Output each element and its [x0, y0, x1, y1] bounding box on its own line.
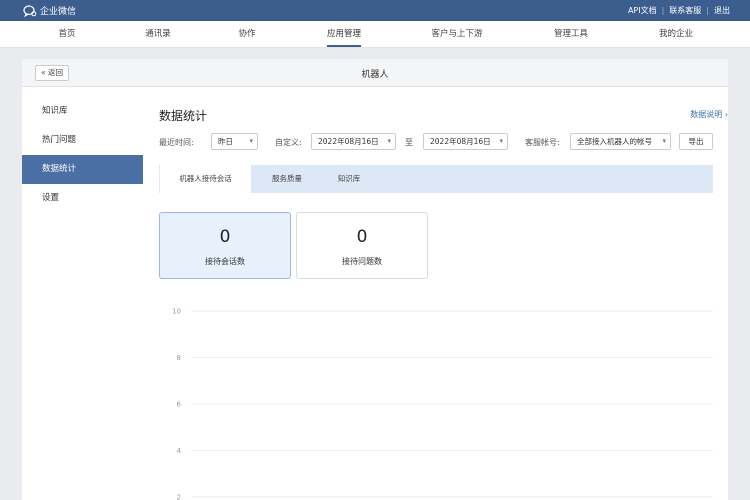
- y-tick-label: 4: [177, 447, 182, 455]
- start-date-picker[interactable]: 2022年08月16日 ▾: [311, 133, 396, 150]
- sidebar-item-hot-questions[interactable]: 热门问题: [22, 126, 143, 155]
- main-nav: 首页 通讯录 协作 应用管理 客户与上下游 管理工具 我的企业: [0, 21, 750, 48]
- service-account-label: 客服帐号:: [525, 138, 560, 147]
- caret-down-icon: ▾: [662, 137, 666, 145]
- tab-robot-sessions[interactable]: 机器人接待会话: [159, 165, 251, 193]
- recent-time-select[interactable]: 昨日 ▾: [211, 133, 258, 150]
- top-bar: 企业微信 API文档 | 联系客服 | 退出: [0, 0, 750, 21]
- tab-service-quality[interactable]: 服务质量: [257, 165, 317, 193]
- brand-logo[interactable]: 企业微信: [23, 4, 76, 17]
- recent-time-value: 昨日: [218, 137, 233, 146]
- metric-label: 接待问题数: [342, 257, 382, 266]
- panel-header: « 返回 机器人: [22, 59, 728, 87]
- y-tick-label: 2: [177, 494, 181, 500]
- stats-tabs: 机器人接待会话 服务质量 知识库: [159, 165, 713, 193]
- nav-item-management-tools[interactable]: 管理工具: [554, 21, 588, 47]
- api-docs-link[interactable]: API文档: [628, 5, 657, 16]
- nav-item-my-company[interactable]: 我的企业: [659, 21, 693, 47]
- divider: |: [706, 6, 709, 15]
- nav-item-collaboration[interactable]: 协作: [238, 21, 255, 47]
- caret-down-icon: ▾: [249, 137, 253, 145]
- end-date-picker[interactable]: 2022年08月16日 ▾: [423, 133, 508, 150]
- metric-value: 0: [219, 227, 231, 247]
- contact-support-link[interactable]: 联系客服: [669, 5, 701, 16]
- caret-down-icon: ▾: [387, 137, 391, 145]
- page-title: 机器人: [361, 70, 389, 80]
- y-tick-label: 10: [172, 308, 181, 316]
- logout-link[interactable]: 退出: [714, 5, 730, 16]
- service-account-value: 全部接入机器人的帐号: [577, 137, 652, 146]
- nav-item-app-management[interactable]: 应用管理: [326, 21, 362, 47]
- service-account-select[interactable]: 全部接入机器人的帐号 ▾: [570, 133, 671, 150]
- metric-value: 0: [356, 227, 368, 247]
- nav-item-customers-partners[interactable]: 客户与上下游: [431, 21, 482, 47]
- export-button[interactable]: 导出: [679, 133, 713, 150]
- help-link-label: 数据说明: [690, 110, 723, 119]
- brand-name: 企业微信: [40, 7, 77, 17]
- sidebar-item-knowledge-base[interactable]: 知识库: [22, 97, 143, 126]
- y-tick-label: 8: [177, 354, 181, 362]
- metric-card-sessions[interactable]: 0 接待会话数: [159, 212, 291, 279]
- metric-label: 接待会话数: [205, 257, 245, 266]
- to-label: 至: [405, 138, 413, 147]
- chat-bubble-icon: [23, 4, 37, 17]
- divider: |: [661, 6, 665, 15]
- end-date-value: 2022年08月16日: [430, 137, 491, 146]
- caret-down-icon: ▾: [499, 137, 503, 145]
- nav-item-contacts[interactable]: 通讯录: [145, 21, 171, 47]
- y-tick-label: 6: [177, 401, 182, 409]
- metric-card-questions[interactable]: 0 接待问题数: [296, 212, 428, 279]
- filter-row: 最近时间: 昨日 ▾ 自定义: 2022年08月16日 ▾ 至 2022年08月…: [159, 133, 735, 151]
- recent-time-label: 最近时间:: [159, 138, 194, 147]
- stats-line-chart: 10 8 6 4 2: [172, 308, 713, 500]
- content-panel: « 返回 机器人 知识库 热门问题 数据统计 设置 数据统计 数据说明 › 最近…: [22, 59, 728, 500]
- section-title: 数据统计: [159, 109, 208, 123]
- sidebar: 知识库 热门问题 数据统计 设置: [22, 97, 143, 213]
- custom-range-label: 自定义:: [275, 138, 302, 147]
- start-date-value: 2022年08月16日: [318, 137, 379, 146]
- sidebar-item-settings[interactable]: 设置: [22, 184, 143, 213]
- chevron-right-icon: ›: [724, 110, 728, 119]
- data-explanation-link[interactable]: 数据说明 ›: [690, 109, 728, 120]
- sidebar-item-statistics[interactable]: 数据统计: [22, 155, 143, 184]
- nav-item-home[interactable]: 首页: [58, 21, 75, 47]
- tab-knowledge-base[interactable]: 知识库: [325, 165, 373, 193]
